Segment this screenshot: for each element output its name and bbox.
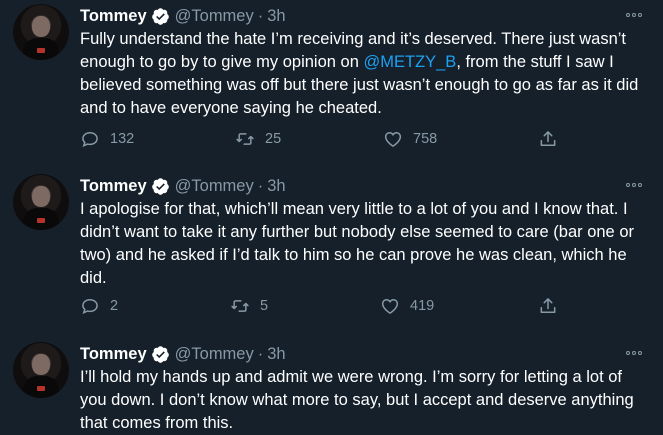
like-count: 419 [410,298,435,314]
verified-badge-icon [151,345,169,363]
reply-button[interactable]: 132 [80,128,134,150]
reply-count: 132 [110,131,135,147]
avatar[interactable] [13,174,69,230]
avatar-logo [37,218,45,223]
reply-count: 2 [110,298,119,314]
user-handle[interactable]: @Tommey [175,7,254,26]
like-icon [384,132,402,147]
verified-badge-icon [151,7,169,25]
avatar-face [32,16,50,37]
share-icon [540,131,556,146]
display-name[interactable]: Tommey [80,7,147,26]
user-handle[interactable]: @Tommey [175,345,254,364]
tweet-header: Tommey @Tommey · 3h [80,175,286,197]
avatar[interactable] [13,4,69,60]
user-handle[interactable]: @Tommey [175,177,254,196]
like-count: 758 [413,131,438,147]
tweet-text: Fully understand the hate I’m receiving … [80,28,650,120]
share-icon [540,298,556,313]
share-button[interactable] [538,295,568,317]
reply-button[interactable]: 2 [80,295,118,317]
like-button[interactable]: 419 [380,295,434,317]
separator: · [257,6,264,25]
avatar[interactable] [13,342,69,398]
like-icon [381,299,399,314]
retweet-button[interactable]: 5 [230,295,268,317]
tweet-actions: 132 25 758 [0,128,663,150]
timestamp[interactable]: 3h [267,177,285,196]
reply-icon [82,131,98,147]
tweet-text: I apologise for that, which’ll mean very… [80,200,634,287]
avatar-face [32,186,50,207]
timestamp[interactable]: 3h [267,345,285,364]
separator: · [257,176,264,195]
like-button[interactable]: 758 [383,128,437,150]
avatar-face [32,354,50,375]
retweet-icon [236,133,254,145]
tweet-header: Tommey @Tommey · 3h [80,343,286,365]
retweet-count: 25 [265,131,282,147]
avatar-logo [37,48,45,53]
tweet-actions: 2 5 419 [0,295,663,317]
retweet-button[interactable]: 25 [235,128,281,150]
mention-link[interactable]: @METZY_B [363,53,456,71]
display-name[interactable]: Tommey [80,177,147,196]
separator: · [257,344,264,363]
verified-badge-icon [151,177,169,195]
more-options-icon[interactable] [625,347,649,359]
reply-icon [82,298,98,314]
retweet-icon [231,300,249,312]
more-options-icon[interactable] [625,9,649,21]
share-button[interactable] [538,128,568,150]
tweet-text: I’ll hold my hands up and admit we were … [80,368,634,432]
display-name[interactable]: Tommey [80,345,147,364]
avatar-logo [37,386,45,391]
timestamp[interactable]: 3h [267,7,285,26]
more-options-icon[interactable] [625,179,649,191]
tweet-header: Tommey @Tommey · 3h [80,5,286,27]
retweet-count: 5 [260,298,269,314]
